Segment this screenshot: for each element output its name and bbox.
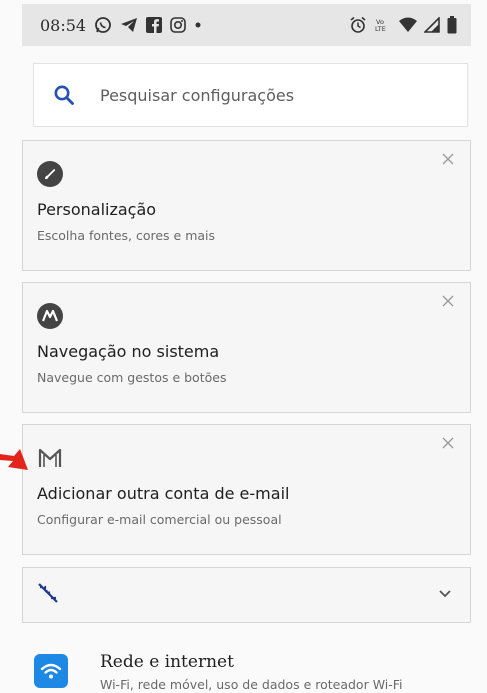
settings-item-subtitle: Wi-Fi, rede móvel, uso de dados e rotead… (100, 677, 403, 692)
settings-screen: 08:54 Vo LTE Pesquisar configurações Per… (0, 0, 487, 693)
chevron-down-icon[interactable] (438, 586, 452, 604)
whatsapp-icon (94, 16, 112, 34)
settings-item-title: Rede e internet (100, 652, 234, 672)
alarm-icon (349, 16, 367, 34)
close-icon[interactable] (440, 151, 456, 167)
suggestion-card-system-navigation[interactable]: Navegação no sistema Navegue com gestos … (22, 282, 471, 413)
card-subtitle: Navegue com gestos e botões (37, 370, 227, 385)
brush-icon (37, 161, 63, 187)
annotation-arrow-icon (0, 449, 28, 470)
telegram-icon (120, 17, 138, 33)
signal-icon (424, 17, 440, 33)
suggestion-card-add-email-account[interactable]: Adicionar outra conta de e-mail Configur… (22, 424, 471, 555)
volte-icon: Vo LTE (374, 17, 392, 33)
status-time: 08:54 (40, 15, 87, 35)
close-icon[interactable] (440, 435, 456, 451)
card-subtitle: Configurar e-mail comercial ou pessoal (37, 512, 282, 527)
motorola-icon (37, 303, 63, 329)
status-bar: 08:54 Vo LTE (22, 4, 471, 46)
card-title: Navegação no sistema (37, 342, 220, 361)
status-left: 08:54 (40, 16, 202, 35)
search-icon[interactable] (52, 83, 76, 107)
wifi-icon (34, 654, 68, 688)
card-subtitle: Escolha fontes, cores e mais (37, 228, 216, 243)
gmail-icon (37, 445, 63, 471)
svg-text:LTE: LTE (375, 25, 386, 33)
search-input[interactable] (100, 80, 420, 110)
battery-icon (447, 16, 457, 34)
close-icon[interactable] (440, 293, 456, 309)
status-right: Vo LTE (349, 16, 457, 34)
card-title: Personalização (37, 200, 157, 219)
wifi-icon (399, 17, 417, 33)
card-title: Adicionar outra conta de e-mail (37, 484, 290, 503)
dot-icon (194, 21, 202, 29)
suggestion-card-personalization[interactable]: Personalização Escolha fontes, cores e m… (22, 140, 471, 271)
instagram-icon (170, 17, 186, 33)
signal-off-icon (37, 582, 59, 609)
facebook-icon (146, 17, 163, 33)
search-bar[interactable] (33, 63, 468, 127)
settings-item-network[interactable]: Rede e internet Wi-Fi, rede móvel, uso d… (30, 652, 470, 693)
collapsed-suggestions[interactable] (22, 567, 471, 623)
